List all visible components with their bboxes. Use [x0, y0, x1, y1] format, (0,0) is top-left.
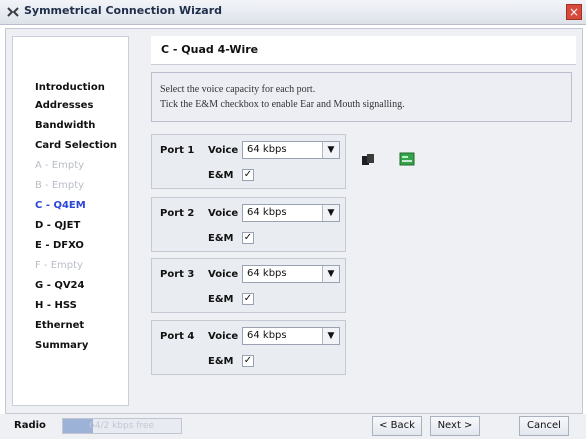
title-bar: Symmetrical Connection Wizard ×	[0, 0, 586, 25]
radio-label: Radio	[14, 420, 46, 431]
voice-label: Voice	[208, 145, 239, 156]
em-label: E&M	[208, 294, 234, 305]
em-label: E&M	[208, 356, 234, 367]
sidebar-item-f-empty: F - Empty	[35, 260, 83, 271]
em-checkbox-mark: ✓	[243, 169, 253, 180]
sidebar-item-card-selection[interactable]: Card Selection	[35, 140, 117, 151]
sidebar-item-h-hss[interactable]: H - HSS	[35, 300, 77, 311]
em-checkbox-mark: ✓	[243, 355, 253, 366]
port-label: Port 4	[160, 331, 195, 342]
port-panel-4: Port 4 Voice 64 kbps ▼ E&M ✓	[151, 320, 346, 375]
em-checkbox[interactable]: ✓	[242, 355, 254, 367]
sidebar-item-c-q4em[interactable]: C - Q4EM	[35, 200, 86, 211]
voice-select[interactable]: 64 kbps ▼	[242, 204, 340, 222]
card-icon[interactable]	[399, 151, 415, 167]
em-checkbox[interactable]: ✓	[242, 293, 254, 305]
chevron-down-icon[interactable]: ▼	[322, 205, 339, 221]
chevron-down-icon[interactable]: ▼	[322, 142, 339, 158]
voice-select-value: 64 kbps	[247, 268, 287, 279]
voice-select-value: 64 kbps	[247, 330, 287, 341]
sidebar-item-e-dfxo[interactable]: E - DFXO	[35, 240, 84, 251]
voice-select[interactable]: 64 kbps ▼	[242, 141, 340, 159]
voice-label: Voice	[208, 208, 239, 219]
sidebar-item-bandwidth[interactable]: Bandwidth	[35, 120, 95, 131]
em-checkbox-mark: ✓	[243, 232, 253, 243]
wizard-sidebar: Introduction Addresses Bandwidth Card Se…	[12, 36, 129, 406]
instruction-line-2: Tick the E&M checkbox to enable Ear and …	[160, 99, 405, 110]
voice-select-value: 64 kbps	[247, 144, 287, 155]
instruction-box: Select the voice capacity for each port.…	[151, 72, 572, 122]
voice-select[interactable]: 64 kbps ▼	[242, 327, 340, 345]
sidebar-item-b-empty: B - Empty	[35, 180, 85, 191]
next-button[interactable]: Next >	[430, 416, 480, 436]
close-icon[interactable]: ×	[566, 4, 582, 20]
sidebar-item-a-empty: A - Empty	[35, 160, 85, 171]
content-title-bar: C - Quad 4-Wire	[151, 36, 576, 65]
cancel-button[interactable]: Cancel	[519, 416, 569, 436]
radio-bandwidth-bar: 64/2 kbps free	[62, 418, 182, 434]
sidebar-item-d-qjet[interactable]: D - QJET	[35, 220, 80, 231]
port-label: Port 3	[160, 269, 195, 280]
page-title: C - Quad 4-Wire	[161, 43, 259, 56]
em-label: E&M	[208, 170, 234, 181]
voice-label: Voice	[208, 269, 239, 280]
em-checkbox[interactable]: ✓	[242, 232, 254, 244]
sidebar-item-summary[interactable]: Summary	[35, 340, 88, 351]
em-checkbox[interactable]: ✓	[242, 169, 254, 181]
copy-icon[interactable]	[360, 152, 376, 168]
sidebar-item-ethernet[interactable]: Ethernet	[35, 320, 84, 331]
radio-bandwidth-text: 64/2 kbps free	[89, 421, 155, 431]
back-button[interactable]: < Back	[372, 416, 422, 436]
chevron-down-icon[interactable]: ▼	[322, 328, 339, 344]
port-panel-1: Port 1 Voice 64 kbps ▼ E&M ✓	[151, 134, 346, 189]
voice-label: Voice	[208, 331, 239, 342]
window-title: Symmetrical Connection Wizard	[24, 4, 223, 17]
connection-wizard-icon	[6, 5, 20, 19]
em-label: E&M	[208, 233, 234, 244]
sidebar-item-g-qv24[interactable]: G - QV24	[35, 280, 84, 291]
port-panel-3: Port 3 Voice 64 kbps ▼ E&M ✓	[151, 258, 346, 313]
em-checkbox-mark: ✓	[243, 293, 253, 304]
port-label: Port 2	[160, 208, 195, 219]
chevron-down-icon[interactable]: ▼	[322, 266, 339, 282]
instruction-line-1: Select the voice capacity for each port.	[160, 84, 316, 95]
port-panel-2: Port 2 Voice 64 kbps ▼ E&M ✓	[151, 197, 346, 252]
voice-select[interactable]: 64 kbps ▼	[242, 265, 340, 283]
voice-select-value: 64 kbps	[247, 207, 287, 218]
bottom-bar: Radio 64/2 kbps free < Back Next > Cance…	[0, 414, 586, 439]
sidebar-item-introduction[interactable]: Introduction	[35, 82, 105, 93]
port-label: Port 1	[160, 145, 195, 156]
sidebar-item-addresses[interactable]: Addresses	[35, 100, 93, 111]
